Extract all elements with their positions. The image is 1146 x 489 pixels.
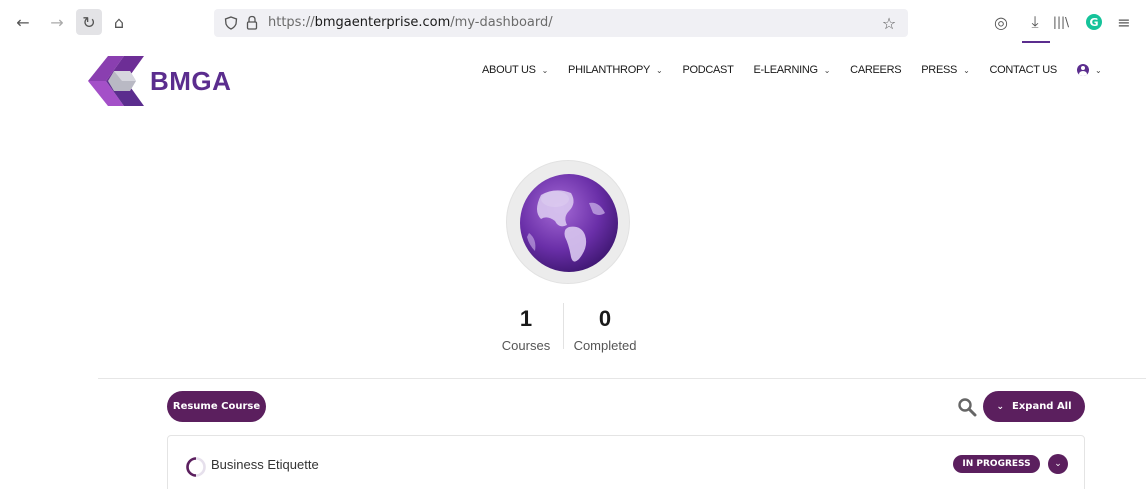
course-title[interactable]: Business Etiquette	[211, 457, 319, 472]
nav-philanthropy[interactable]: PHILANTHROPY ⌄	[568, 64, 663, 76]
courses-stat: 1 Courses	[498, 306, 554, 353]
home-icon[interactable]: ⌂	[108, 11, 130, 33]
nav-podcast[interactable]: PODCAST	[682, 64, 733, 76]
nav-label: CONTACT US	[989, 64, 1057, 76]
nav-careers[interactable]: CAREERS	[850, 64, 901, 76]
stats-divider	[563, 303, 564, 349]
courses-count: 1	[519, 306, 533, 331]
main-nav: ABOUT US ⌄ PHILANTHROPY ⌄ PODCAST E-LEARNI…	[482, 62, 1121, 78]
resume-course-button[interactable]: Resume Course	[167, 391, 266, 422]
chevron-down-icon: ⌄	[656, 65, 663, 75]
progress-ring-icon	[186, 457, 206, 477]
url-path: /my-dashboard/	[450, 15, 553, 30]
status-badge: IN PROGRESS	[953, 455, 1040, 473]
nav-label: E-LEARNING	[753, 64, 819, 76]
logo-text: BMGA	[150, 66, 232, 96]
site-logo[interactable]: BMGA	[86, 54, 246, 108]
back-arrow-icon[interactable]: ←	[12, 11, 34, 33]
nav-e-learning[interactable]: E-LEARNING ⌄	[754, 64, 831, 76]
pocket-icon[interactable]: ◎	[990, 11, 1012, 33]
user-icon	[1076, 64, 1089, 76]
expand-course-toggle[interactable]: ⌄	[1048, 454, 1068, 474]
globe-icon	[520, 174, 618, 272]
course-row[interactable]: Business Etiquette IN PROGRESS ⌄	[167, 435, 1085, 489]
url-host: bmgaenterprise.com	[314, 15, 451, 30]
chevron-down-icon: ⌄	[823, 65, 831, 75]
logo-mark-icon	[88, 56, 144, 106]
courses-label: Courses	[501, 338, 551, 353]
nav-user-menu[interactable]: ⌄	[1076, 64, 1102, 76]
nav-label: PRESS	[921, 64, 958, 76]
nav-label: CAREERS	[850, 64, 902, 76]
chevron-down-icon: ⌄	[963, 65, 970, 75]
chevron-down-icon: ⌄	[996, 401, 1004, 412]
download-indicator	[1022, 41, 1050, 43]
chevron-down-icon: ⌄	[541, 65, 549, 75]
url-text[interactable]: https://bmgaenterprise.com/my-dashboard/	[268, 15, 553, 30]
nav-label: PODCAST	[682, 64, 734, 76]
completed-count: 0	[598, 306, 612, 331]
nav-label: ABOUT US	[482, 64, 536, 76]
menu-icon[interactable]: ≡	[1116, 11, 1132, 33]
reload-icon[interactable]: ↻	[76, 9, 102, 35]
nav-about-us[interactable]: ABOUT US ⌄	[482, 64, 548, 76]
browser-toolbar: ← → ↻ ⌂ https://bmgaenterprise.com/my-da…	[0, 0, 1146, 44]
download-icon[interactable]: ⤓	[1024, 11, 1046, 33]
bookmark-star-icon[interactable]: ☆	[878, 12, 900, 34]
chevron-down-icon: ⌄	[1094, 65, 1102, 75]
library-icon[interactable]: |||\	[1050, 11, 1072, 33]
profile-avatar	[506, 160, 630, 284]
address-bar[interactable]: https://bmgaenterprise.com/my-dashboard/…	[214, 9, 908, 37]
completed-label: Completed	[573, 338, 637, 353]
shield-icon[interactable]	[224, 16, 238, 30]
section-divider	[98, 378, 1146, 379]
nav-press[interactable]: PRESS ⌄	[921, 64, 970, 76]
lock-icon[interactable]	[245, 15, 259, 30]
expand-all-label: Expand All	[1012, 401, 1072, 412]
completed-stat: 0 Completed	[570, 306, 640, 353]
nav-contact-us[interactable]: CONTACT US	[989, 64, 1057, 76]
nav-label: PHILANTHROPY	[568, 64, 651, 76]
search-icon[interactable]	[957, 397, 977, 417]
forward-arrow-icon[interactable]: →	[46, 11, 68, 33]
url-scheme: https://	[268, 15, 315, 30]
grammarly-icon[interactable]: G	[1086, 14, 1102, 30]
expand-all-button[interactable]: ⌄ Expand All	[983, 391, 1085, 422]
